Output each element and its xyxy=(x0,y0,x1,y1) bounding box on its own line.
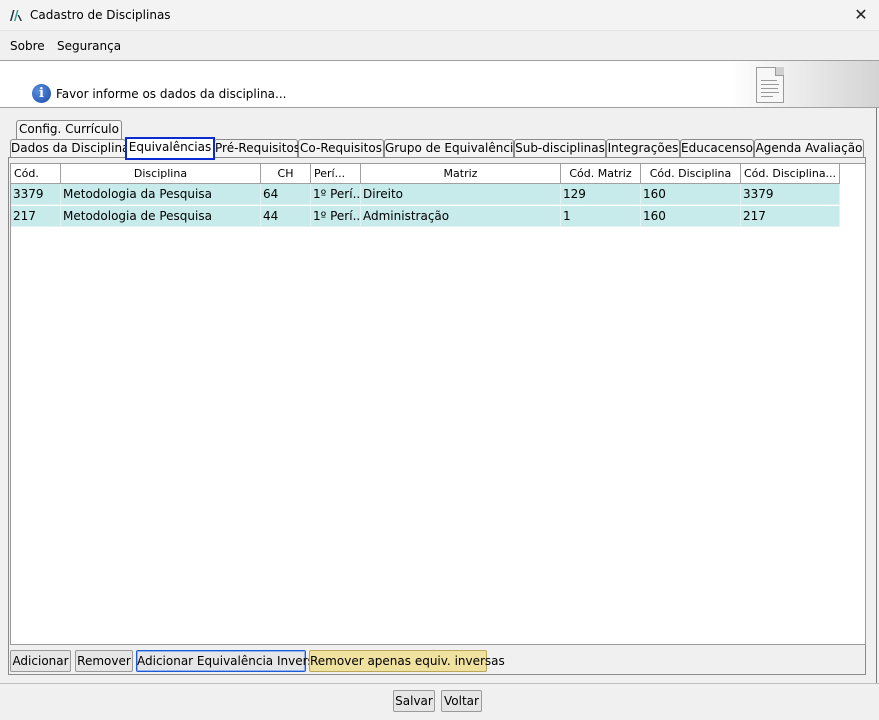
table-cell: Metodologia da Pesquisa xyxy=(61,184,261,205)
column-header[interactable]: Matriz xyxy=(361,164,561,184)
column-header[interactable]: CH xyxy=(261,164,311,184)
tab-integracoes[interactable]: Integrações xyxy=(606,139,680,158)
table-cell: 217 xyxy=(11,206,61,227)
info-message: Favor informe os dados da disciplina... xyxy=(56,87,287,101)
menu-seguranca[interactable]: Segurança xyxy=(57,39,121,53)
menu-sobre[interactable]: Sobre xyxy=(10,39,45,53)
table-cell: 3379 xyxy=(741,184,840,205)
table-cell: 44 xyxy=(261,206,311,227)
bottom-bar: Salvar Voltar xyxy=(0,683,879,720)
column-header[interactable]: Perí... xyxy=(311,164,361,184)
tab-grupo-equivalencia[interactable]: Grupo de Equivalência xyxy=(384,139,521,158)
adicionar-equivalencia-inversa-button[interactable]: Adicionar Equivalência Inversa xyxy=(136,650,321,672)
column-header[interactable]: Cód. Disciplina... xyxy=(741,164,840,184)
table-cell: 1 xyxy=(561,206,641,227)
table-cell: Direito xyxy=(361,184,561,205)
column-header[interactable]: Cód. Disciplina xyxy=(641,164,741,184)
remover-button[interactable]: Remover xyxy=(75,650,133,672)
equivalencias-table: Cód. Disciplina CH Perí... Matriz Cód. M… xyxy=(10,163,866,645)
tab-equivalencias[interactable]: Equivalências xyxy=(125,137,215,160)
table-cell: 160 xyxy=(641,184,741,205)
tab-co-requisitos[interactable]: Co-Requisitos xyxy=(298,139,384,158)
tab-agenda-avaliacao[interactable]: Agenda Avaliação xyxy=(754,139,864,158)
info-panel: i Favor informe os dados da disciplina..… xyxy=(0,60,879,108)
table-cell: 1º Perí... xyxy=(311,184,361,205)
adicionar-button[interactable]: Adicionar xyxy=(10,650,71,672)
table-cell: 64 xyxy=(261,184,311,205)
document-icon xyxy=(756,67,784,103)
voltar-button[interactable]: Voltar xyxy=(441,690,482,712)
menu-bar: Sobre Segurança xyxy=(0,31,879,59)
tab-educacenso[interactable]: Educacenso xyxy=(680,139,754,158)
table-cell: 1º Perí... xyxy=(311,206,361,227)
column-header[interactable]: Disciplina xyxy=(61,164,261,184)
table-cell: 160 xyxy=(641,206,741,227)
tab-dados-disciplina[interactable]: Dados da Disciplina xyxy=(10,139,129,158)
tab-config-curriculo[interactable]: Config. Currículo xyxy=(16,120,122,139)
column-header[interactable]: Cód. xyxy=(11,164,61,184)
table-cell: 129 xyxy=(561,184,641,205)
tab-sub-disciplinas[interactable]: Sub-disciplinas xyxy=(514,139,606,158)
window-edge xyxy=(876,108,877,683)
tab-pre-requisitos[interactable]: Pré-Requisitos xyxy=(214,139,300,158)
table-row[interactable]: 3379 Metodologia da Pesquisa 64 1º Perí.… xyxy=(11,184,840,205)
table-cell: 217 xyxy=(741,206,840,227)
close-button[interactable]: ✕ xyxy=(851,5,871,25)
table-cell: Administração xyxy=(361,206,561,227)
title-bar: Cadastro de Disciplinas ✕ xyxy=(0,0,879,31)
salvar-button[interactable]: Salvar xyxy=(393,690,435,712)
remover-equiv-inversas-button[interactable]: Remover apenas equiv. inversas xyxy=(309,650,505,672)
column-header[interactable]: Cód. Matriz xyxy=(561,164,641,184)
table-cell: 3379 xyxy=(11,184,61,205)
window-title: Cadastro de Disciplinas xyxy=(30,8,171,22)
table-cell: Metodologia de Pesquisa xyxy=(61,206,261,227)
table-row[interactable]: 217 Metodologia de Pesquisa 44 1º Perí..… xyxy=(11,206,840,227)
app-logo-icon xyxy=(10,10,22,21)
info-icon: i xyxy=(32,84,51,103)
